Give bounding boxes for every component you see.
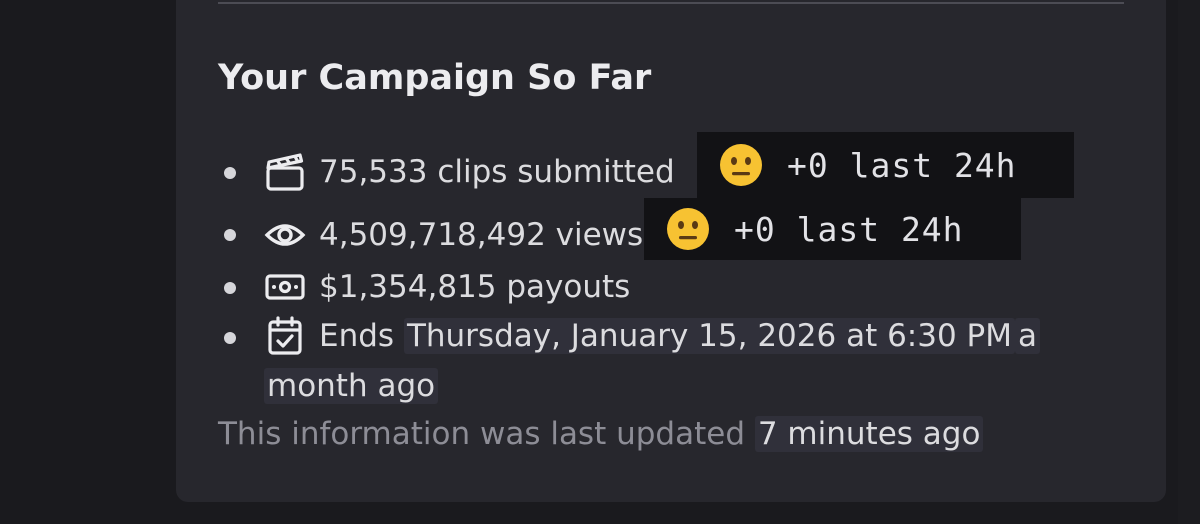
end-date-timestamp[interactable]: Thursday, January 15, 2026 at 6:30 PM [403,318,1015,354]
neutral-face-emoji [719,143,763,187]
last-updated-timestamp[interactable]: 7 minutes ago [754,416,984,452]
discord-message-view: Your Campaign So Far 75,533 clips submit… [0,0,1200,524]
end-relative-timestamp[interactable]: a [1014,318,1040,354]
neutral-face-emoji [666,207,710,251]
clips-delta-codeblock: +0 last 24h [697,132,1074,198]
embed-title: Your Campaign So Far [218,58,652,98]
list-bullet [224,282,236,294]
calendar-check-icon [264,315,306,357]
payouts-stat: $1,354,815 payouts [319,269,631,305]
embed-divider [218,2,1124,4]
ends-label: Ends [319,318,395,354]
views-delta-text: +0 last 24h [734,209,964,249]
clapperboard-icon [264,151,306,193]
clips-submitted-stat: 75,533 clips submitted [319,154,675,190]
views-delta-codeblock: +0 last 24h [644,198,1021,260]
views-stat: 4,509,718,492 views [319,217,644,253]
list-bullet [224,229,236,241]
end-relative-timestamp-cont[interactable]: month ago [264,368,439,404]
clips-delta-text: +0 last 24h [787,145,1017,185]
campaign-end-line: Ends Thursday, January 15, 2026 at 6:30 … [319,315,1040,357]
money-icon [264,266,306,308]
side-panel-edge [1178,0,1200,524]
list-bullet [224,167,236,179]
last-updated-footer: This information was last updated 7 minu… [218,413,984,455]
eye-icon [264,214,306,256]
list-bullet [224,332,236,344]
last-updated-label: This information was last updated [218,416,745,452]
campaign-end-line-wrap: month ago [264,365,439,407]
